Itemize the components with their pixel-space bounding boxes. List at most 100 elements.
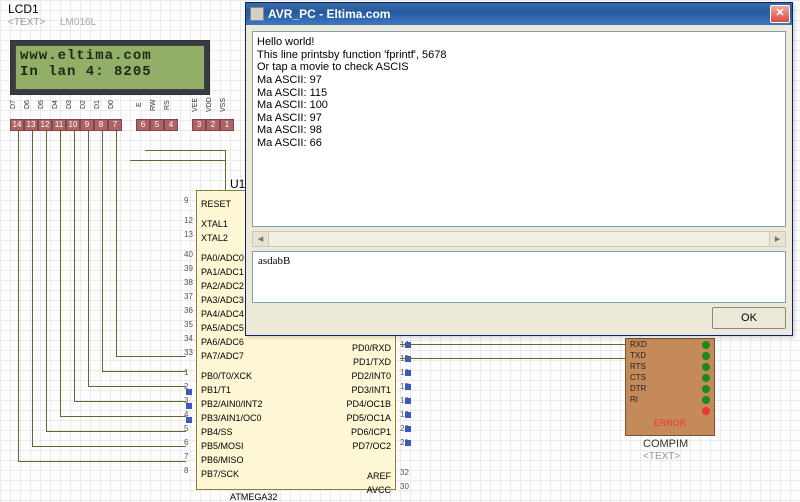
- ic-pin-label: XTAL1: [197, 219, 252, 229]
- scroll-left-icon[interactable]: ◂: [253, 232, 269, 246]
- wire: [18, 461, 186, 462]
- ic-left-pins: RESETXTAL1XTAL2PA0/ADC0PA1/ADC1PA2/ADC2P…: [197, 197, 252, 481]
- close-button[interactable]: ✕: [770, 5, 790, 23]
- ic-pin-number: 40: [184, 250, 193, 259]
- lcd-pin-name: D7: [10, 95, 24, 115]
- wire: [74, 131, 75, 401]
- window-title: AVR_PC - Eltima.com: [268, 7, 390, 21]
- ic-pin-number: 13: [184, 230, 193, 239]
- ic-pin-number: 7: [184, 452, 188, 461]
- compim-signal-label: RTS: [630, 362, 646, 371]
- terminal[interactable]: [405, 440, 411, 446]
- ic-pin-label: PA6/ADC6: [197, 337, 252, 347]
- lcd-pin-number: 14: [10, 119, 24, 131]
- terminal[interactable]: [405, 398, 411, 404]
- ic-pin-label: PA2/ADC2: [197, 281, 252, 291]
- compim-signal-label: DTR: [630, 384, 646, 393]
- lcd-pin-name: D3: [66, 95, 80, 115]
- compim-signal-row: RXD: [626, 339, 714, 350]
- compim-component[interactable]: RXDTXDRTS CTS DTR RI ERROR: [625, 338, 715, 436]
- compim-error-label: ERROR: [626, 418, 714, 428]
- ic-pin-label: AREF: [330, 471, 395, 481]
- ic-pin-label: AVCC: [330, 485, 395, 495]
- lcd-pin-number: 6: [136, 119, 150, 131]
- ok-button[interactable]: OK: [712, 307, 786, 329]
- compim-signal-row: TXD: [626, 350, 714, 361]
- ic-pin-label: RESET: [197, 199, 252, 209]
- compim-signal-row: RTS: [626, 361, 714, 372]
- compim-text-ph: <TEXT>: [643, 451, 680, 462]
- ic-pin-label: PB2/AIN0/INT2: [197, 399, 252, 409]
- compim-signal-label: RXD: [630, 340, 647, 349]
- terminal[interactable]: [186, 389, 192, 395]
- ic-pin-label: PB0/T0/XCK: [197, 371, 252, 381]
- terminal[interactable]: [186, 403, 192, 409]
- lcd-pin-number: 13: [24, 119, 38, 131]
- wire: [130, 160, 225, 161]
- titlebar[interactable]: AVR_PC - Eltima.com ✕: [246, 3, 792, 25]
- wire: [102, 131, 103, 371]
- wire: [88, 386, 186, 387]
- lcd-line2: In lan 4: 8205: [20, 64, 200, 80]
- terminal-input[interactable]: asdabB: [252, 251, 786, 303]
- lcd-pin-number: 8: [94, 119, 108, 131]
- lcd-pin-name: D0: [108, 95, 122, 115]
- lcd-text-ph: <TEXT>: [8, 17, 45, 28]
- wire: [32, 446, 186, 447]
- ic-pin-number: 35: [184, 320, 193, 329]
- lcd-display: www.eltima.com In lan 4: 8205: [15, 45, 205, 90]
- compim-signal-label: CTS: [630, 373, 646, 382]
- lcd-part-label: LM016L: [60, 17, 96, 28]
- ic-pin-number: 36: [184, 306, 193, 315]
- terminal-line: This line printsby function 'fprintf', 5…: [257, 49, 781, 62]
- ic-pin-number: 30: [400, 482, 409, 491]
- terminal[interactable]: [405, 412, 411, 418]
- ic-pin-number: 39: [184, 264, 193, 273]
- lcd-line1: www.eltima.com: [20, 48, 200, 64]
- compim-signal-label: RI: [630, 395, 638, 404]
- compim-signal-row: RI: [626, 394, 714, 405]
- terminal-line: Ma ASCII: 115: [257, 87, 781, 100]
- lcd-pin-names: D7D6D5D4D3D2D1D0ERWRSVEEVDDVSS: [10, 95, 234, 115]
- wire: [116, 131, 117, 356]
- scroll-right-icon[interactable]: ▸: [769, 232, 785, 246]
- terminal[interactable]: [405, 342, 411, 348]
- ic-pin-number: 1: [184, 368, 188, 377]
- led-icon: [702, 363, 710, 371]
- led-icon: [702, 374, 710, 382]
- ic-pin-label: PA3/ADC3: [197, 295, 252, 305]
- ic-pin-number: 8: [184, 466, 188, 475]
- ic-pin-label: PB6/MISO: [197, 455, 252, 465]
- terminal-output[interactable]: Hello world!This line printsby function …: [252, 31, 786, 227]
- lcd-pin-name: RS: [164, 95, 178, 115]
- wire: [102, 371, 186, 372]
- lcd-pin-name: VEE: [192, 95, 206, 115]
- lcd-pin-number: 5: [150, 119, 164, 131]
- ic-pin-number: 34: [184, 334, 193, 343]
- ic-pin-label: PD0/RXD: [330, 343, 395, 353]
- terminal[interactable]: [405, 426, 411, 432]
- lcd-pin-name: [178, 95, 192, 115]
- terminal-line: Or tap a movie to check ASCIS: [257, 61, 781, 74]
- compim-signal-row: CTS: [626, 372, 714, 383]
- lcd-component[interactable]: www.eltima.com In lan 4: 8205: [10, 40, 210, 95]
- lcd-pin-number: 11: [52, 119, 66, 131]
- lcd-pin-name: D5: [38, 95, 52, 115]
- ic-pin-label: PA4/ADC4: [197, 309, 252, 319]
- lcd-pin-name: E: [136, 95, 150, 115]
- lcd-pin-name: D2: [80, 95, 94, 115]
- terminal[interactable]: [186, 417, 192, 423]
- terminal[interactable]: [405, 384, 411, 390]
- ic-pin-label: PA7/ADC7: [197, 351, 252, 361]
- wire: [145, 150, 225, 151]
- ic-pin-label: PD3/INT1: [330, 385, 395, 395]
- terminal-line: Ma ASCII: 98: [257, 124, 781, 137]
- terminal[interactable]: [405, 356, 411, 362]
- horizontal-scrollbar[interactable]: ◂ ▸: [252, 231, 786, 247]
- ic-pin-label: PA5/ADC5: [197, 323, 252, 333]
- lcd-pin-number: 9: [80, 119, 94, 131]
- terminal[interactable]: [405, 370, 411, 376]
- led-icon: [702, 352, 710, 360]
- ic-ref-label: U1: [230, 177, 245, 191]
- lcd-pin-name: D4: [52, 95, 66, 115]
